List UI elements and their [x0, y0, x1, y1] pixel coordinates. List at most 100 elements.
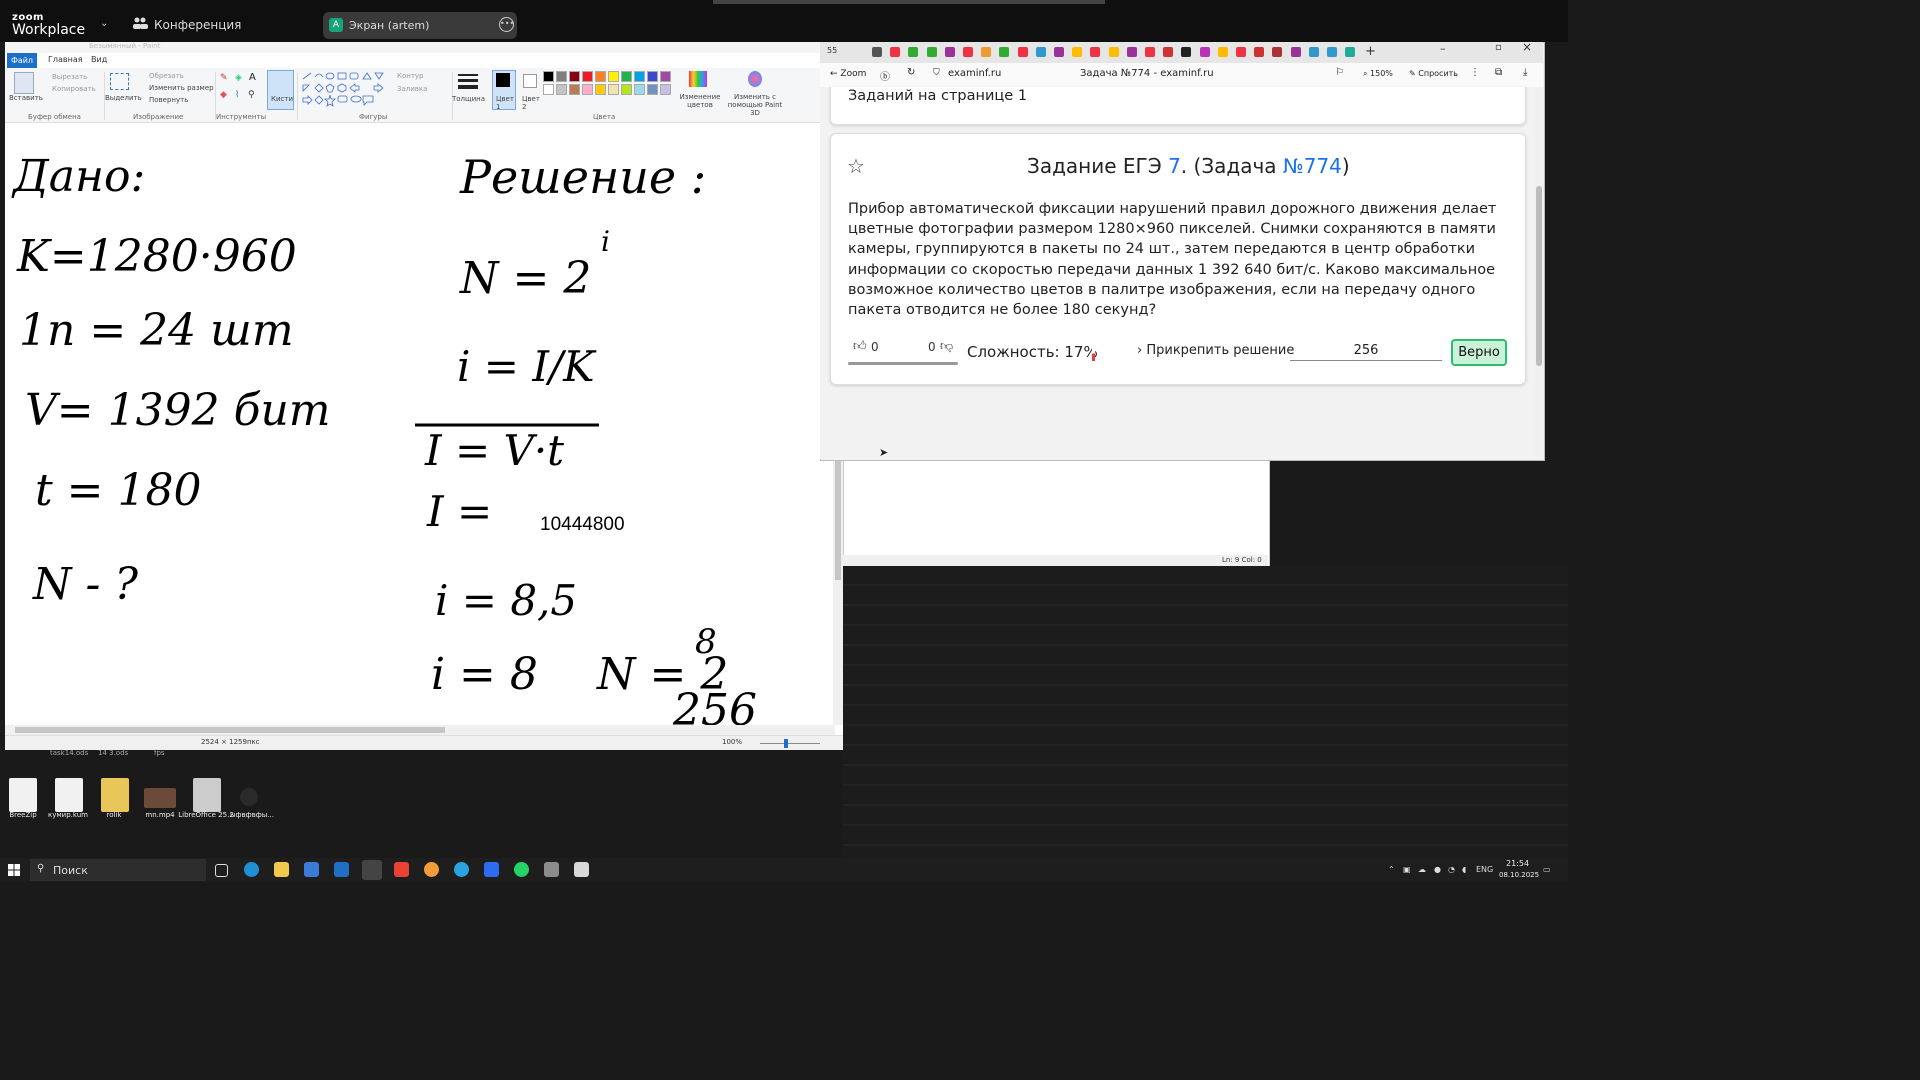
whatsapp-icon[interactable]: [514, 862, 529, 877]
telegram-icon[interactable]: [454, 862, 469, 877]
crop-button[interactable]: Обрезать: [149, 72, 184, 80]
microphone-icon[interactable]: ●: [1434, 865, 1441, 874]
palette-swatch[interactable]: [647, 84, 658, 95]
shapes-gallery[interactable]: [301, 71, 393, 109]
browser-tab-icon[interactable]: [1017, 47, 1028, 57]
minimize-icon[interactable]: –: [1440, 42, 1446, 55]
browser-tab-icon[interactable]: [1090, 47, 1101, 57]
browser-tab-icon[interactable]: [926, 47, 937, 57]
palette-swatch[interactable]: [660, 84, 671, 95]
thumbs-down-icon[interactable]: 👎︎: [940, 339, 953, 354]
app-icon[interactable]: [424, 862, 439, 877]
browser-tab-icon[interactable]: [1181, 47, 1192, 57]
collections-icon[interactable]: ⧉: [1495, 67, 1502, 78]
palette-swatch[interactable]: [634, 84, 645, 95]
palette-swatch[interactable]: [595, 84, 606, 95]
palette-swatch[interactable]: [543, 84, 554, 95]
palette-swatch[interactable]: [647, 71, 658, 82]
brushes-button[interactable]: [267, 70, 294, 110]
color2-swatch[interactable]: [523, 74, 537, 88]
browser-tab-icon[interactable]: [1072, 47, 1083, 57]
text-tool-icon[interactable]: A: [249, 72, 256, 83]
tab-home[interactable]: Главная: [48, 55, 83, 64]
browser-tab-icon[interactable]: [999, 47, 1010, 57]
yandex-icon[interactable]: [394, 862, 409, 877]
tray-app-icon[interactable]: ▣: [1403, 865, 1411, 874]
zoom-indicator[interactable]: ⌕ 150%: [1363, 69, 1393, 79]
tab-file[interactable]: Файл: [7, 53, 37, 68]
edit-colors-button[interactable]: Изменение цветов: [678, 93, 722, 109]
more-options-icon[interactable]: •••: [499, 17, 514, 32]
paint-taskbar-icon[interactable]: [544, 862, 559, 877]
palette-swatch[interactable]: [569, 71, 580, 82]
cut-button[interactable]: Вырезать: [52, 73, 87, 81]
browser-tab-icon[interactable]: [1236, 47, 1246, 57]
tray-chevron-icon[interactable]: ⌃: [1388, 865, 1395, 874]
edit-colors-icon[interactable]: [689, 71, 707, 87]
ask-button[interactable]: ✎ Спросить: [1409, 69, 1458, 78]
store-icon[interactable]: [304, 862, 319, 877]
paint3d-icon[interactable]: [748, 71, 762, 87]
menu-icon[interactable]: ⋮: [1470, 67, 1480, 78]
windows-start-icon[interactable]: [8, 864, 20, 876]
video-file-icon[interactable]: [144, 788, 176, 808]
outline-dropdown[interactable]: Контур: [397, 72, 424, 80]
back-zoom-button[interactable]: ← Zoom: [830, 69, 866, 79]
tab-view[interactable]: Вид: [91, 55, 107, 64]
eraser-icon[interactable]: ◆: [220, 90, 227, 100]
browser-tab-icon[interactable]: [1054, 47, 1064, 57]
palette-swatch[interactable]: [556, 71, 567, 82]
palette-swatch[interactable]: [582, 84, 593, 95]
browser-tab-icon[interactable]: [944, 47, 955, 57]
answer-input[interactable]: 256: [1290, 343, 1442, 358]
horizontal-scroll-thumb[interactable]: [15, 727, 445, 733]
reload-icon[interactable]: ↻: [907, 67, 915, 78]
maximize-icon[interactable]: ▫: [1495, 42, 1502, 53]
star-icon[interactable]: ☆: [847, 154, 865, 178]
palette-swatch[interactable]: [634, 71, 645, 82]
edge-icon[interactable]: [244, 862, 259, 877]
rotate-button[interactable]: Повернуть: [149, 96, 188, 104]
check-result-button[interactable]: Верно: [1451, 339, 1507, 366]
chevron-down-icon[interactable]: ⌄: [100, 18, 108, 29]
close-icon[interactable]: ×: [1522, 40, 1532, 54]
browser-tab-icon[interactable]: [1327, 47, 1337, 57]
browser-scroll-thumb[interactable]: [1536, 186, 1542, 366]
attach-solution-button[interactable]: › Прикрепить решение: [1137, 343, 1294, 358]
palette-swatch[interactable]: [595, 71, 606, 82]
task-view-icon[interactable]: [215, 864, 228, 877]
network-icon[interactable]: ◔: [1448, 865, 1455, 874]
browser-tab-icon[interactable]: [1290, 47, 1301, 57]
paste-button[interactable]: Вставить: [9, 94, 43, 102]
palette-swatch[interactable]: [556, 84, 567, 95]
tab-counter[interactable]: 55: [827, 46, 837, 55]
browser-tab-icon[interactable]: [1145, 47, 1155, 57]
palette-swatch[interactable]: [608, 71, 619, 82]
blank-file-icon[interactable]: [240, 788, 258, 806]
yandex-browser-icon[interactable]: [362, 860, 382, 880]
browser-tab-icon[interactable]: [963, 47, 973, 57]
notepad-window[interactable]: [843, 458, 1270, 568]
task-id-link[interactable]: №774: [1283, 154, 1342, 178]
browser-tab-icon[interactable]: [890, 47, 901, 57]
palette-swatch[interactable]: [543, 71, 554, 82]
color-picker-icon[interactable]: ⌇: [235, 90, 239, 100]
kumir-file-icon[interactable]: [55, 778, 83, 812]
zoom-taskbar-icon[interactable]: [484, 862, 499, 877]
download-icon[interactable]: ⤓: [1523, 67, 1527, 78]
fill-dropdown[interactable]: Заливка: [397, 85, 427, 93]
notifications-icon[interactable]: ▭: [1543, 865, 1551, 874]
folder-icon[interactable]: [101, 778, 129, 812]
palette-swatch[interactable]: [569, 84, 580, 95]
select-icon[interactable]: [110, 73, 129, 90]
browser-tab-icon[interactable]: [1345, 47, 1356, 57]
new-tab-icon[interactable]: +: [1365, 44, 1376, 59]
pencil-icon[interactable]: ✎: [220, 73, 228, 83]
paste-icon[interactable]: [14, 72, 34, 94]
clock-date[interactable]: 08.10.2025: [1499, 871, 1539, 879]
palette-swatch[interactable]: [582, 71, 593, 82]
cloud-icon[interactable]: ☁: [1418, 865, 1426, 874]
browser-tab-icon[interactable]: [872, 47, 882, 57]
browser-tab-icon[interactable]: [1163, 47, 1174, 57]
libreoffice-icon[interactable]: [193, 778, 221, 812]
